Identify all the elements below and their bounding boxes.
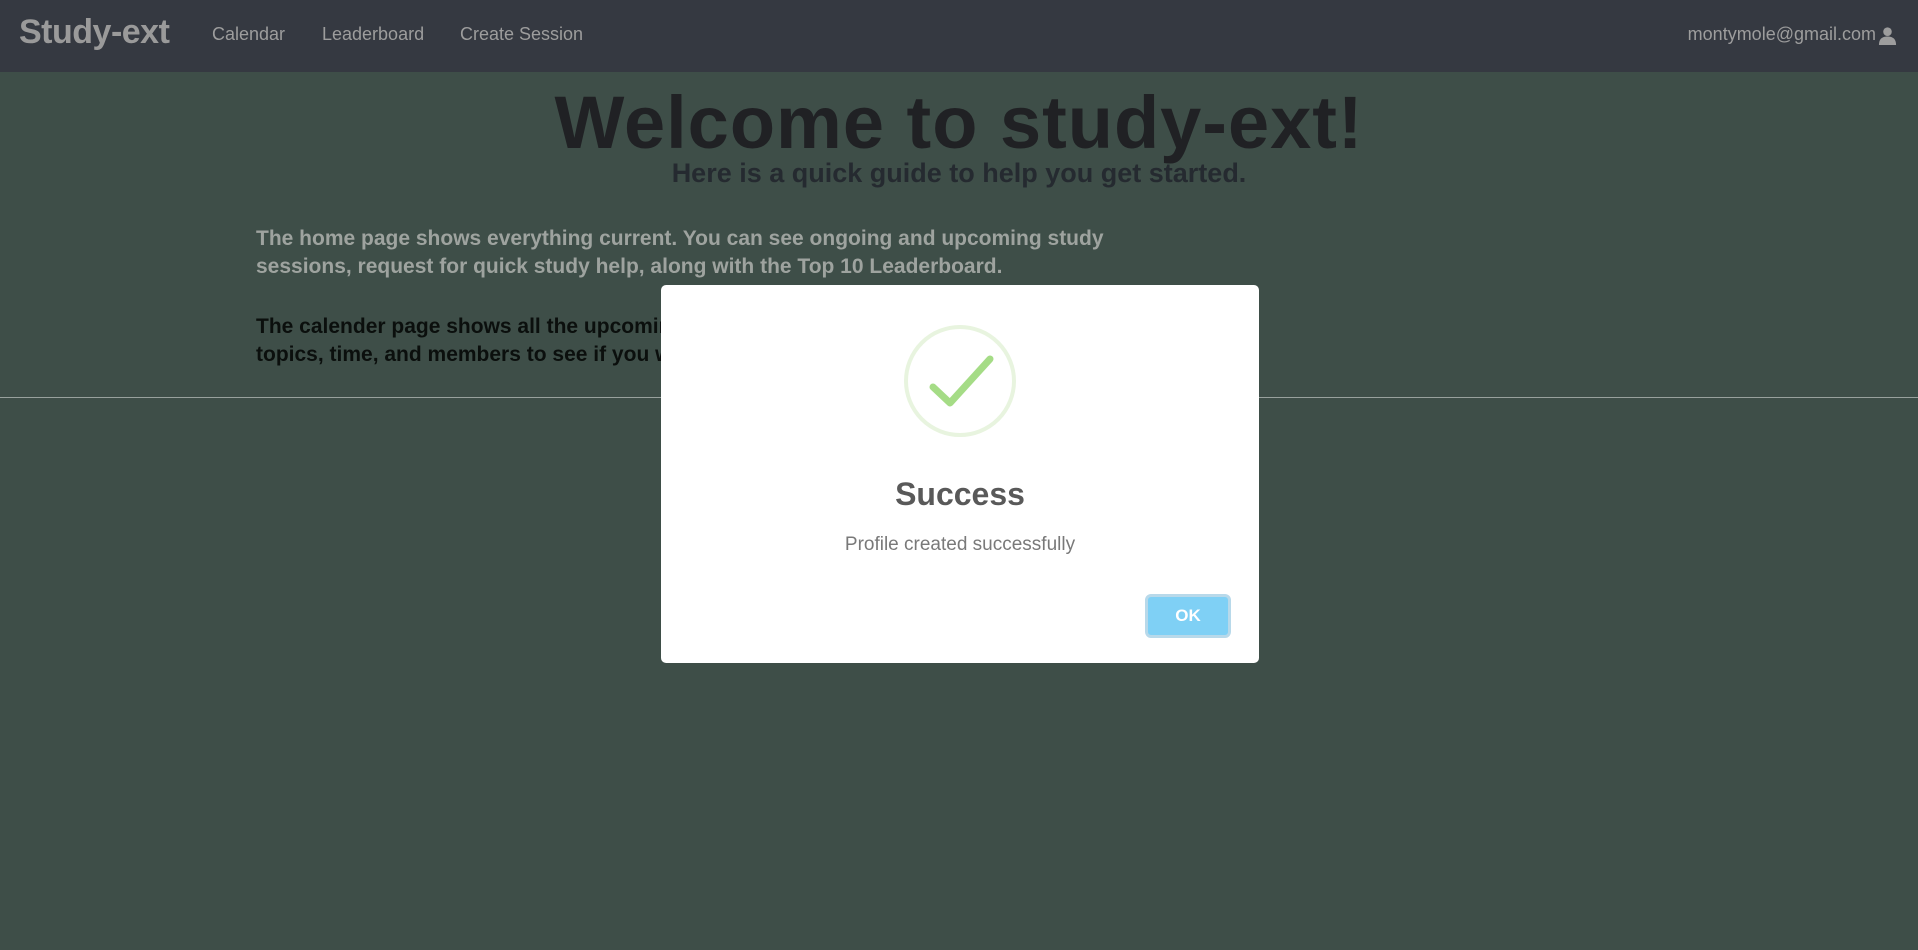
nav-calendar-link[interactable]: Calendar <box>212 24 285 45</box>
navbar: Study-ext Calendar Leaderboard Create Se… <box>0 0 1918 72</box>
success-modal: Success Profile created successfully OK <box>661 285 1259 663</box>
nav-leaderboard-link[interactable]: Leaderboard <box>322 24 424 45</box>
nav-create-session-link[interactable]: Create Session <box>460 24 583 45</box>
success-check-icon <box>929 355 994 407</box>
user-icon[interactable] <box>1878 26 1897 45</box>
calendar-guide-line-1: The calender page shows all the upcomin <box>256 315 672 338</box>
home-guide-paragraph: The home page shows everything current. … <box>256 227 1104 278</box>
modal-message: Profile created successfully <box>844 534 1076 555</box>
user-email[interactable]: montymole@gmail.com <box>1688 24 1876 45</box>
calendar-guide-line-2: topics, time, and members to see if you … <box>256 343 672 366</box>
brand-logo[interactable]: Study-ext <box>19 13 170 52</box>
page-title: Welcome to study-ext! <box>554 81 1364 164</box>
modal-title: Success <box>895 476 1025 512</box>
ok-button[interactable]: OK <box>1145 594 1231 638</box>
page-subtitle: Here is a quick guide to help you get st… <box>671 158 1247 188</box>
success-icon-ring <box>904 325 1016 437</box>
